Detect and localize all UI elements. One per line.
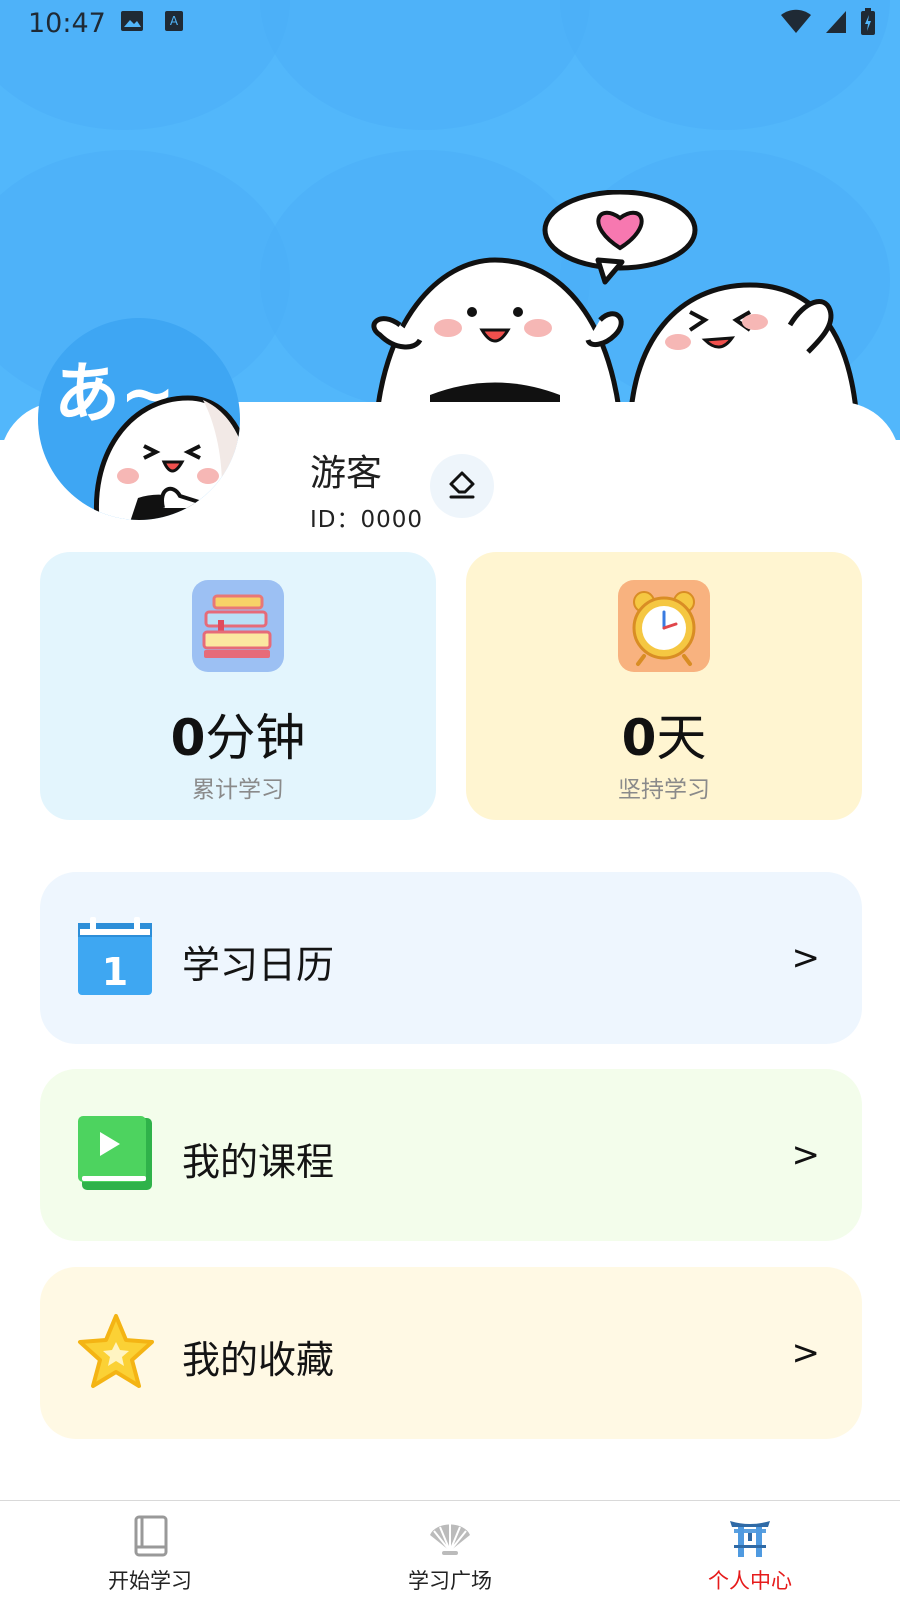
chevron-right-icon: > <box>791 1135 821 1175</box>
profile-name: 游客 <box>310 453 383 494</box>
streak-label: 坚持学习 <box>618 777 710 803</box>
bottom-nav: 开始学习 学习广场 个人中心 <box>0 1500 900 1600</box>
streak-value: 0天 <box>621 709 707 767</box>
study-time-label: 累计学习 <box>192 777 284 803</box>
streak-card[interactable]: 0天 坚持学习 <box>466 552 862 820</box>
book-icon <box>134 1515 168 1557</box>
status-bar: 10:47 A <box>0 0 900 48</box>
chevron-right-icon: > <box>791 1333 821 1373</box>
study-time-value: 0分钟 <box>170 709 306 767</box>
signal-icon <box>826 11 846 33</box>
nav-label: 开始学习 <box>108 1569 192 1593</box>
chevron-right-icon: > <box>791 938 821 978</box>
star-icon <box>78 1314 154 1388</box>
menu-label: 我的收藏 <box>182 1338 335 1382</box>
books-icon <box>192 580 284 672</box>
course-book-icon <box>78 1116 152 1190</box>
nav-label: 学习广场 <box>408 1569 492 1593</box>
torii-icon <box>730 1521 770 1557</box>
battery-icon <box>861 8 875 35</box>
alarm-clock-icon <box>618 580 710 672</box>
nav-start-learning[interactable]: 开始学习 <box>0 1501 300 1600</box>
edit-profile-button[interactable] <box>430 454 494 518</box>
text-notification-icon: A <box>165 11 183 31</box>
nav-personal-center[interactable]: 个人中心 <box>600 1501 900 1600</box>
study-time-card[interactable]: 0分钟 累计学习 <box>40 552 436 820</box>
notification-icons: A <box>120 10 184 32</box>
menu-label: 我的课程 <box>182 1140 335 1184</box>
profile-id: ID：0000 <box>310 507 424 533</box>
status-time: 10:47 <box>28 8 106 39</box>
menu-item-my-courses[interactable]: 我的课程 > <box>40 1069 862 1241</box>
image-notification-icon <box>121 11 143 31</box>
avatar[interactable]: あ~ <box>38 318 240 520</box>
calendar-icon: 1 <box>78 917 152 995</box>
eraser-icon <box>449 471 475 499</box>
menu-label: 学习日历 <box>182 943 335 987</box>
svg-text:1: 1 <box>102 950 128 994</box>
svg-text:A: A <box>170 14 179 28</box>
nav-learning-plaza[interactable]: 学习广场 <box>300 1501 600 1600</box>
menu-item-my-favorites[interactable]: 我的收藏 > <box>40 1267 862 1439</box>
menu-item-study-calendar[interactable]: 1 学习日历 > <box>40 872 862 1044</box>
fan-icon <box>430 1523 470 1555</box>
system-icons <box>780 8 876 36</box>
nav-label: 个人中心 <box>708 1569 792 1593</box>
wifi-icon <box>781 9 811 33</box>
avatar-mascot-icon <box>94 395 240 520</box>
